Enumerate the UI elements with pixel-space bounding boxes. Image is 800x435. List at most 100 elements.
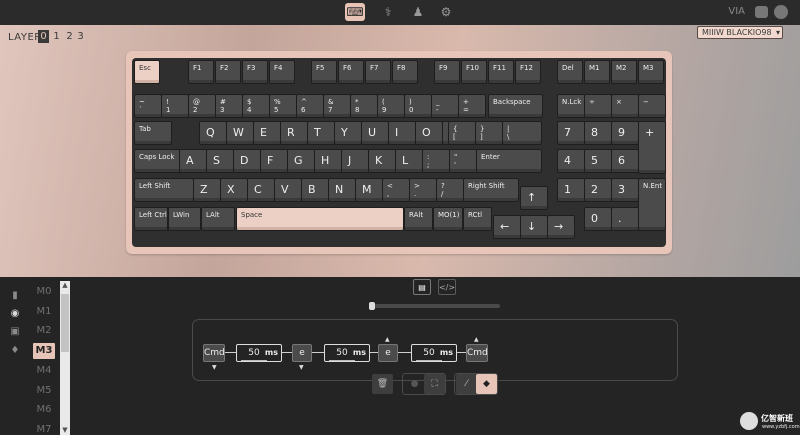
recorder-tab-icon[interactable]: ▤ xyxy=(413,279,431,295)
smart-delay-button[interactable]: ⁄ xyxy=(456,374,477,394)
key-14[interactable]: M1 xyxy=(584,60,610,84)
design-nav-icon[interactable]: ♟ xyxy=(408,3,428,21)
key-51[interactable]: 9 xyxy=(611,121,639,145)
key-65[interactable]: Enter xyxy=(476,149,542,173)
key-4[interactable]: F4 xyxy=(269,60,295,84)
scroll-up-icon[interactable]: ▲ xyxy=(60,281,70,290)
key-40[interactable]: T xyxy=(307,121,335,145)
key-94[interactable]: ↓ xyxy=(520,215,548,239)
key-41[interactable]: Y xyxy=(334,121,362,145)
key-43[interactable]: I xyxy=(388,121,416,145)
key-68[interactable]: 6 xyxy=(611,149,639,173)
keyboard-selector[interactable]: MIIIW BLACKIO98 ▾ xyxy=(697,26,783,39)
key-36[interactable]: Q xyxy=(199,121,227,145)
key-97[interactable]: . xyxy=(611,207,639,231)
key-96[interactable]: 0 xyxy=(584,207,612,231)
key-77[interactable]: < , xyxy=(382,178,410,202)
macro-item-m3[interactable]: M3 xyxy=(33,343,55,360)
sequence-key-3[interactable]: Cmd xyxy=(466,344,488,362)
key-53[interactable]: Caps Lock xyxy=(134,149,182,173)
delay-value[interactable]: 50 xyxy=(416,346,442,361)
key-29[interactable]: + = xyxy=(458,94,486,118)
key-15[interactable]: M2 xyxy=(611,60,637,84)
layer-3-button[interactable]: 3 xyxy=(75,30,86,43)
key-60[interactable]: J xyxy=(341,149,369,173)
key-3[interactable]: F3 xyxy=(242,60,268,84)
delay-field-0[interactable]: 50 ms xyxy=(236,344,282,362)
key-46[interactable]: { [ xyxy=(448,121,476,145)
key-42[interactable]: U xyxy=(361,121,389,145)
sequence-key-1[interactable]: e xyxy=(292,344,312,362)
key-28[interactable]: _ - xyxy=(431,94,459,118)
key-80[interactable]: Right Shift xyxy=(463,178,519,202)
key-71[interactable]: X xyxy=(220,178,248,202)
layer-2-button[interactable]: 2 xyxy=(64,30,75,43)
tap-mode-button[interactable]: ◆ xyxy=(476,374,497,394)
key-18[interactable]: ! 1 xyxy=(161,94,189,118)
key-34[interactable]: − xyxy=(638,94,666,118)
key-73[interactable]: V xyxy=(274,178,302,202)
key-55[interactable]: S xyxy=(206,149,234,173)
key-59[interactable]: H xyxy=(314,149,342,173)
key-0[interactable]: Esc xyxy=(134,60,160,84)
key-69[interactable]: Left Shift xyxy=(134,178,194,202)
key-75[interactable]: N xyxy=(328,178,356,202)
key-20[interactable]: # 3 xyxy=(215,94,243,118)
key-76[interactable]: M xyxy=(355,178,383,202)
lighting-side-icon[interactable]: ♦ xyxy=(8,343,22,357)
key-39[interactable]: R xyxy=(280,121,308,145)
layer-1-button[interactable]: 1 xyxy=(51,30,62,43)
key-6[interactable]: F6 xyxy=(338,60,364,84)
key-47[interactable]: } ] xyxy=(475,121,503,145)
github-icon[interactable] xyxy=(774,5,788,19)
key-31[interactable]: N.Lck xyxy=(557,94,585,118)
sequence-key-2[interactable]: e xyxy=(378,344,398,362)
key-9[interactable]: F9 xyxy=(434,60,460,84)
macro-item-m2[interactable]: M2 xyxy=(28,323,60,339)
delay-value[interactable]: 50 xyxy=(241,346,267,361)
key-87[interactable]: LWin xyxy=(168,207,201,231)
key-7[interactable]: F7 xyxy=(365,60,391,84)
macro-item-m7[interactable]: M7 xyxy=(28,422,60,435)
key-22[interactable]: % 5 xyxy=(269,94,297,118)
macro-item-m5[interactable]: M5 xyxy=(28,383,60,399)
script-tab-icon[interactable]: </> xyxy=(438,279,456,295)
macro-item-m4[interactable]: M4 xyxy=(28,363,60,379)
key-95[interactable]: → xyxy=(547,215,575,239)
macro-list-scrollbar[interactable]: ▲ ▼ xyxy=(60,281,70,435)
key-25[interactable]: * 8 xyxy=(350,94,378,118)
key-62[interactable]: L xyxy=(395,149,423,173)
delay-value[interactable]: 50 xyxy=(329,346,355,361)
save-load-side-icon[interactable]: ▣ xyxy=(8,324,22,338)
key-70[interactable]: Z xyxy=(193,178,221,202)
key-54[interactable]: A xyxy=(179,149,207,173)
configure-nav-icon[interactable]: ⌨ xyxy=(345,3,365,21)
key-86[interactable]: Left Ctrl xyxy=(134,207,168,231)
key-27[interactable]: ) 0 xyxy=(404,94,432,118)
keymap-side-icon[interactable]: ▮ xyxy=(8,288,22,302)
key-56[interactable]: D xyxy=(233,149,261,173)
key-49[interactable]: 7 xyxy=(557,121,585,145)
record-button[interactable]: ● xyxy=(404,374,425,394)
test-nav-icon[interactable]: ⚕ xyxy=(378,3,398,21)
macro-progress-handle[interactable] xyxy=(369,302,375,310)
key-84[interactable]: 3 xyxy=(611,178,639,202)
key-72[interactable]: C xyxy=(247,178,275,202)
key-61[interactable]: K xyxy=(368,149,396,173)
key-5[interactable]: F5 xyxy=(311,60,337,84)
key-10[interactable]: F10 xyxy=(461,60,487,84)
fullscreen-record-button[interactable]: ⛶ xyxy=(424,374,445,394)
key-24[interactable]: & 7 xyxy=(323,94,351,118)
key-30[interactable]: Backspace xyxy=(488,94,543,118)
key-33[interactable]: × xyxy=(611,94,639,118)
key-11[interactable]: F11 xyxy=(488,60,514,84)
key-74[interactable]: B xyxy=(301,178,329,202)
key-57[interactable]: F xyxy=(260,149,288,173)
key-66[interactable]: 4 xyxy=(557,149,585,173)
scroll-down-icon[interactable]: ▼ xyxy=(60,426,70,435)
sequence-key-0[interactable]: Cmd xyxy=(203,344,225,362)
key-90[interactable]: RAlt xyxy=(404,207,433,231)
key-13[interactable]: Del xyxy=(557,60,583,84)
layer-0-button[interactable]: 0 xyxy=(38,30,49,43)
key-63[interactable]: : ; xyxy=(422,149,450,173)
